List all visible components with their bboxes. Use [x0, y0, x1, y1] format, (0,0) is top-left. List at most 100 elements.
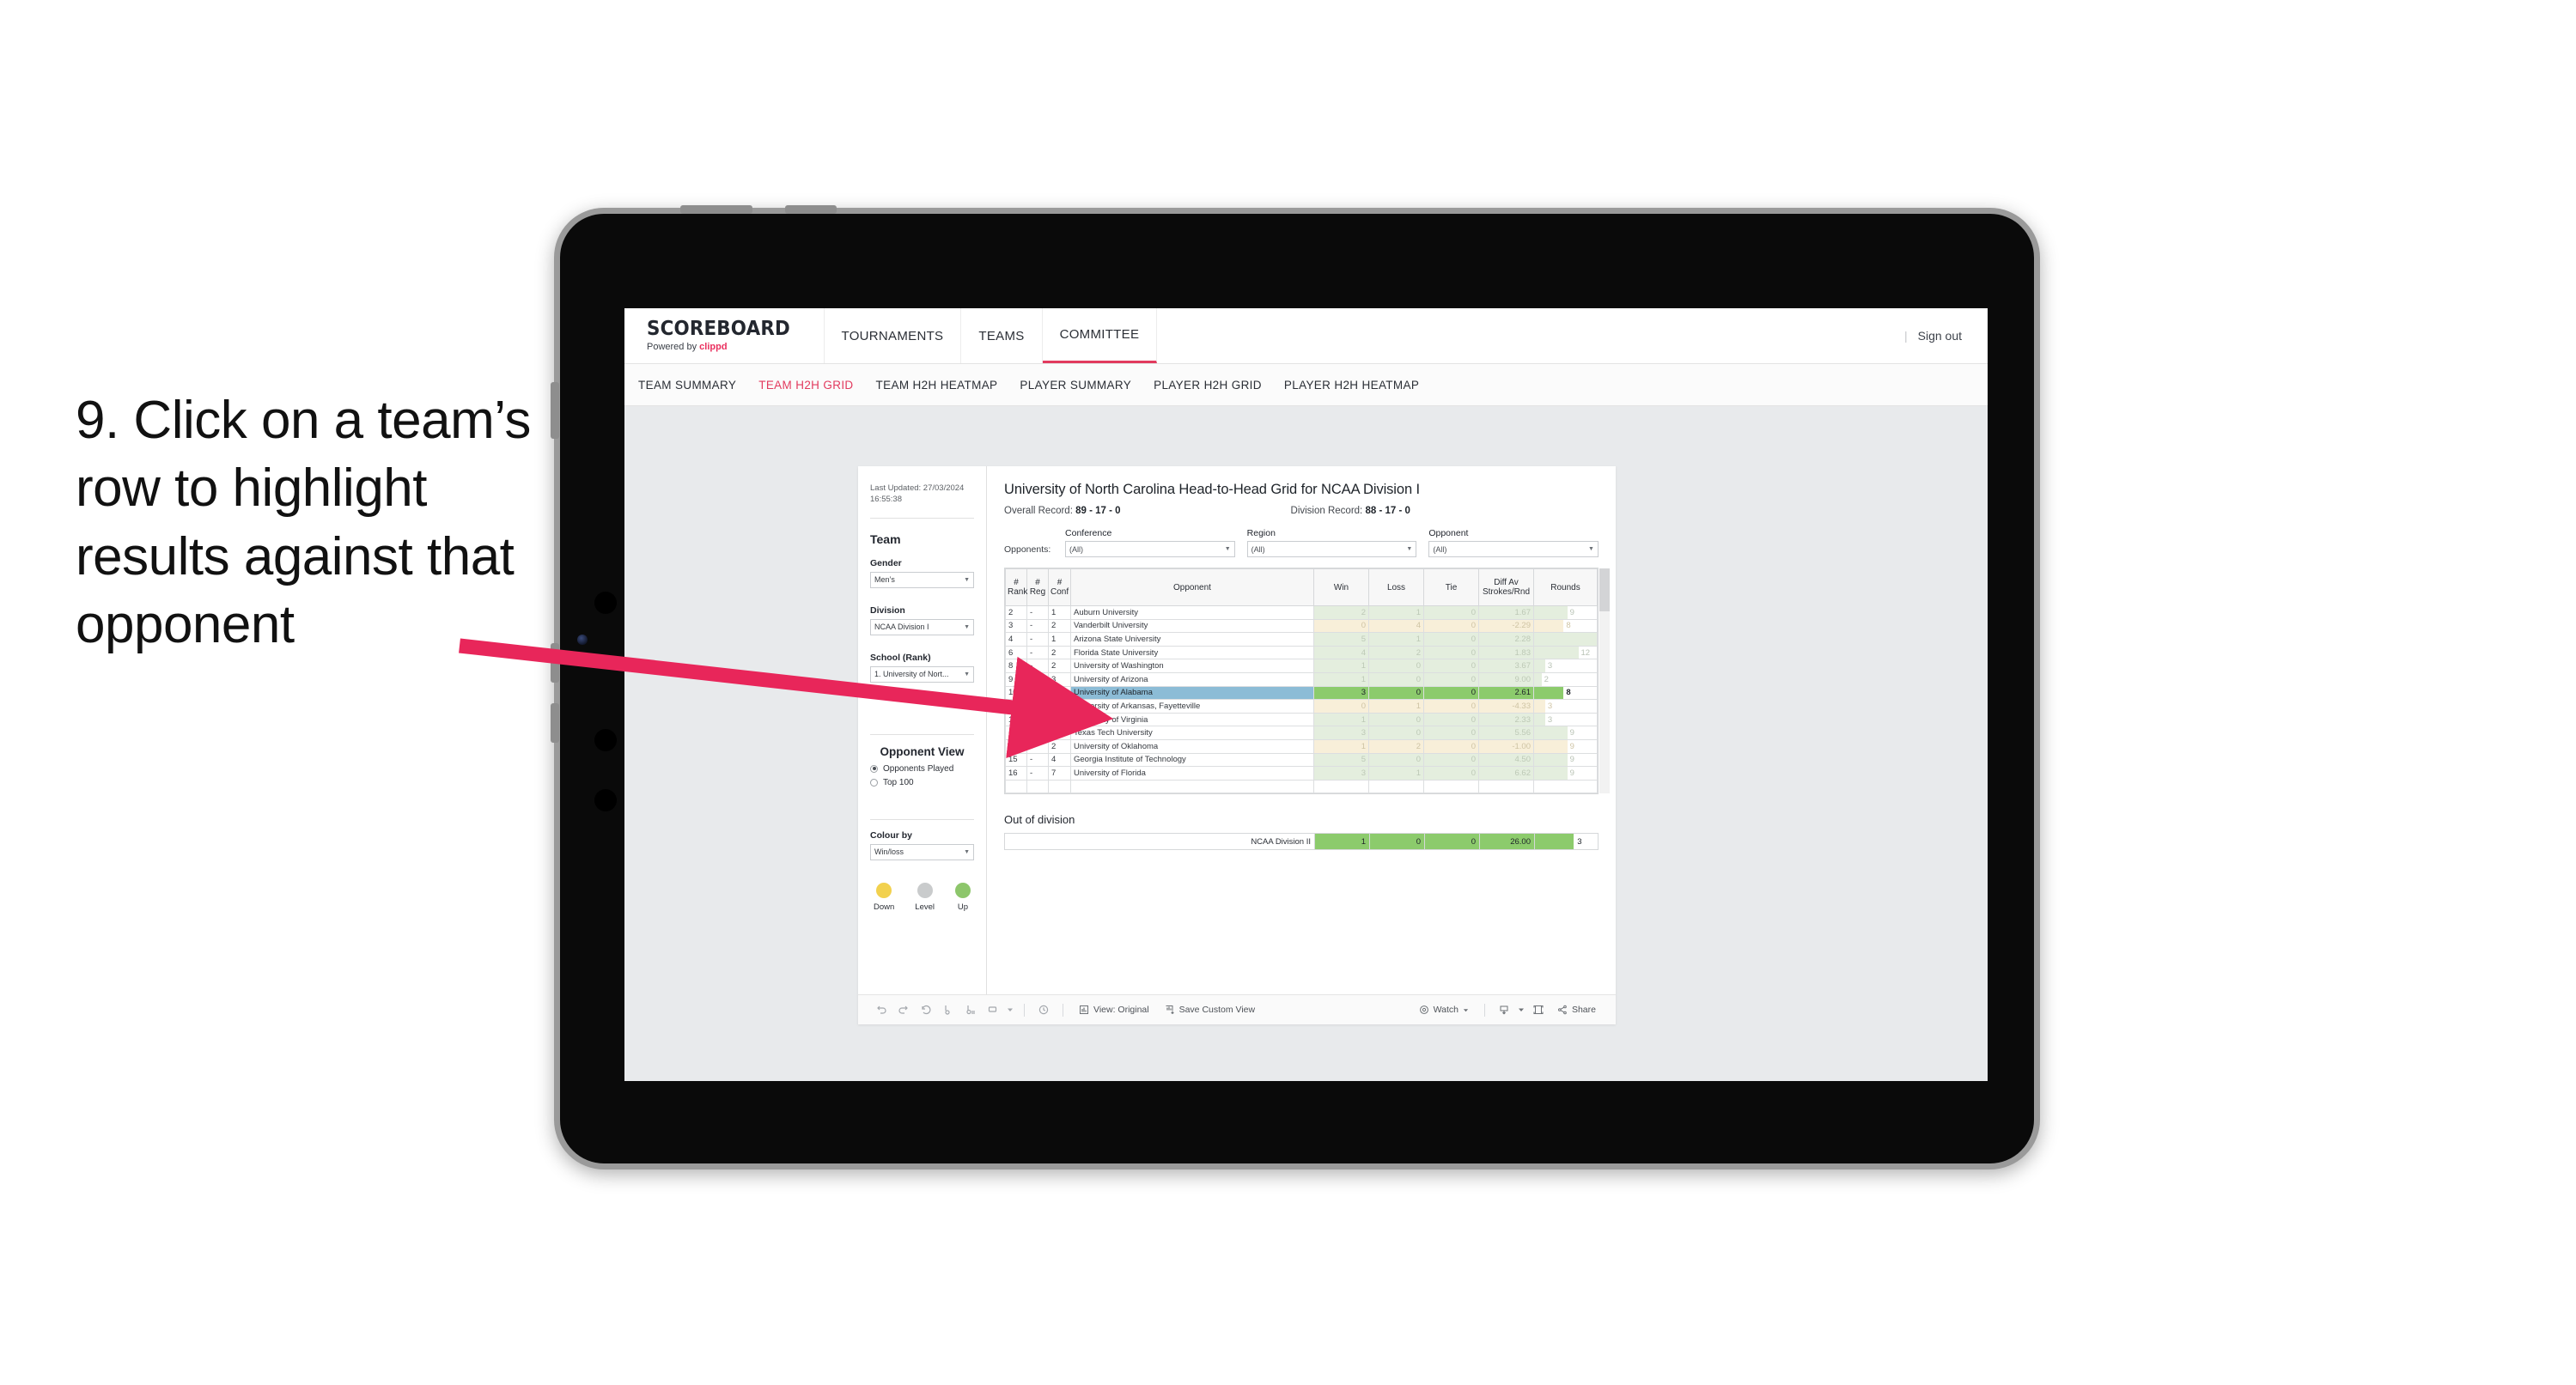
- col-header-reg[interactable]: # Reg: [1026, 568, 1049, 606]
- cell-loss: 0: [1368, 726, 1424, 740]
- filter-conference-select[interactable]: (All) ▼: [1065, 541, 1235, 557]
- gender-select[interactable]: Men’s ▼: [870, 571, 974, 588]
- brand-logo[interactable]: SCOREBOARD Powered by clippd: [624, 308, 825, 363]
- chevron-down-icon: ▼: [964, 576, 970, 583]
- cell-opponent: Florida State University: [1070, 645, 1314, 660]
- sidebar-divider-2: [870, 733, 974, 735]
- rounds-bar: [1534, 726, 1568, 739]
- subnav-item-team-h2h-heatmap[interactable]: TEAM H2H HEATMAP: [876, 379, 998, 392]
- subnav-item-player-summary[interactable]: PLAYER SUMMARY: [1020, 379, 1131, 392]
- cell-reg: -: [1026, 752, 1049, 768]
- school-select[interactable]: 1. University of Nort... ▼: [870, 665, 974, 683]
- col-header-opponent[interactable]: Opponent: [1070, 568, 1314, 606]
- cell-reg: -: [1026, 685, 1049, 701]
- rounds-value: 8: [1566, 688, 1571, 698]
- table-row[interactable]: 4-1Arizona State University5102.2817: [1005, 632, 1609, 647]
- share-button[interactable]: Share: [1550, 1005, 1604, 1015]
- table-row[interactable]: 8-2 University of Washington 1 0 0 3.67 3: [1005, 659, 1598, 673]
- table-row[interactable]: 15-4 Georgia Institute of Technology 5 0 0 4.…: [1005, 752, 1598, 768]
- radio-top-100[interactable]: Top 100: [870, 778, 974, 787]
- cell-loss: 0: [1368, 712, 1424, 727]
- filter-region-select[interactable]: (All) ▼: [1246, 541, 1417, 557]
- colour-by-select[interactable]: Win/loss ▼: [870, 843, 974, 860]
- filter-opponent-select[interactable]: (All) ▼: [1428, 541, 1599, 557]
- out-of-division-row[interactable]: NCAA Division II 1 0 0 26.00 3: [1004, 833, 1599, 851]
- revert-icon[interactable]: [915, 999, 937, 1021]
- save-custom-view-button[interactable]: Save Custom View: [1157, 1005, 1264, 1015]
- cell-diff: 26.00: [1479, 833, 1535, 851]
- col-header-conf[interactable]: # Conf: [1048, 568, 1071, 606]
- subnav-item-player-h2h-grid[interactable]: PLAYER H2H GRID: [1154, 379, 1262, 392]
- watch-button[interactable]: Watch: [1411, 1005, 1477, 1015]
- table-row[interactable]: 14-2 University of Oklahoma 1 2 0 -1.00 9: [1005, 738, 1598, 754]
- download-icon[interactable]: [1493, 999, 1515, 1021]
- table-row[interactable]: 3-2 Vanderbilt University 0 4 0 -2.29 8: [1005, 618, 1598, 634]
- subnav-item-player-h2h-heatmap[interactable]: PLAYER H2H HEATMAP: [1284, 379, 1419, 392]
- col-header-rounds[interactable]: Rounds: [1533, 568, 1598, 606]
- table-row[interactable]: 11-6 University of Arkansas, Fayetteville…: [1005, 699, 1598, 714]
- cell-reg: -: [1026, 712, 1049, 727]
- col-header-win[interactable]: Win: [1313, 568, 1369, 606]
- table-row[interactable]: 13-1 Texas Tech University 3 0 0 5.56 9: [1005, 726, 1598, 740]
- cell-opponent: University of Washington: [1070, 659, 1314, 673]
- cell-conf: 2: [1048, 659, 1071, 673]
- chevron-down-icon: ▼: [1406, 546, 1413, 552]
- table-row[interactable]: 9-3 University of Arizona 1 0 0 9.00 2: [1005, 671, 1598, 687]
- tablet-camera-icon: [577, 635, 588, 645]
- table-row[interactable]: 6-2 Florida State University 4 2 0 1.83 12: [1005, 645, 1598, 660]
- fullscreen-icon[interactable]: [1527, 999, 1550, 1021]
- cell-conf: 3: [1048, 671, 1071, 687]
- redo-icon[interactable]: [892, 999, 915, 1021]
- cell-opponent: University of Arizona: [1070, 671, 1314, 687]
- cell-rounds: 8: [1533, 685, 1598, 701]
- grid-scrollbar-thumb[interactable]: [1599, 568, 1610, 611]
- presentation-icon[interactable]: [982, 999, 1004, 1021]
- view-original-button[interactable]: View: Original: [1071, 1005, 1157, 1015]
- table-row[interactable]: 2-1 Auburn University 2 1 0 1.67 9: [1005, 605, 1598, 620]
- sign-out-button[interactable]: | Sign out: [1879, 308, 1988, 363]
- cell-tie: 0: [1423, 712, 1479, 727]
- bottom-toolbar: View: Original Save Custom View Watch Sh…: [858, 994, 1616, 1024]
- filter-conference-value: (All): [1069, 544, 1084, 554]
- table-row[interactable]: 16-7 University of Florida 3 1 0 6.62 9: [1005, 766, 1598, 781]
- cell-diff: 2.33: [1478, 712, 1534, 727]
- watch-label: Watch: [1433, 1005, 1459, 1015]
- chevron-down-icon[interactable]: [1004, 999, 1016, 1021]
- cell-rank: 8: [1005, 659, 1027, 673]
- col-header-rank[interactable]: # Rank: [1005, 568, 1027, 606]
- table-row[interactable]: 12-3 University of Virginia 1 0 0 2.33 3: [1005, 712, 1598, 727]
- col-header-diff[interactable]: Diff Av Strokes/Rnd: [1478, 568, 1534, 606]
- radio-opponents-played[interactable]: Opponents Played: [870, 764, 974, 774]
- filter-region-value: (All): [1251, 544, 1265, 554]
- h2h-grid-body: 2-1 Auburn University 2 1 0 1.67 9 3-2 Vanderbil…: [1005, 605, 1609, 794]
- rounds-bar: [1534, 619, 1564, 633]
- nav-item-teams[interactable]: TEAMS: [961, 308, 1043, 363]
- cell-win: 1: [1313, 671, 1369, 687]
- filter-region: Region (All) ▼: [1246, 528, 1417, 557]
- undo-icon[interactable]: [870, 999, 892, 1021]
- nav-item-committee[interactable]: COMMITTEE: [1042, 308, 1158, 363]
- rounds-value: 9: [1569, 728, 1574, 738]
- col-header-loss[interactable]: Loss: [1368, 568, 1424, 606]
- cell-rounds: 9: [1533, 752, 1598, 768]
- cell-win: 3: [1313, 685, 1369, 701]
- cell-conf: 1: [1048, 726, 1071, 740]
- subnav-item-team-summary[interactable]: TEAM SUMMARY: [638, 379, 736, 392]
- cell-rounds: 8: [1533, 618, 1598, 634]
- refresh-icon[interactable]: [937, 999, 959, 1021]
- chevron-down-icon[interactable]: [1515, 999, 1527, 1021]
- pause-icon[interactable]: [959, 999, 982, 1021]
- division-select[interactable]: NCAA Division I ▼: [870, 618, 974, 635]
- table-row[interactable]: 10-5 University of Alabama 3 0 0 2.61 8: [1005, 685, 1598, 701]
- cell-rank: 6: [1005, 645, 1027, 660]
- cell-win: 2: [1313, 605, 1369, 620]
- col-header-tie[interactable]: Tie: [1423, 568, 1479, 606]
- nav-item-tournaments[interactable]: TOURNAMENTS: [825, 308, 962, 363]
- cell-reg: -: [1026, 726, 1049, 740]
- legend-label-level: Level: [915, 902, 935, 912]
- cell-win: 0: [1313, 618, 1369, 634]
- subnav-item-team-h2h-grid[interactable]: TEAM H2H GRID: [758, 379, 853, 392]
- clock-icon[interactable]: [1032, 999, 1055, 1021]
- school-value: 1. University of Nort...: [874, 670, 949, 679]
